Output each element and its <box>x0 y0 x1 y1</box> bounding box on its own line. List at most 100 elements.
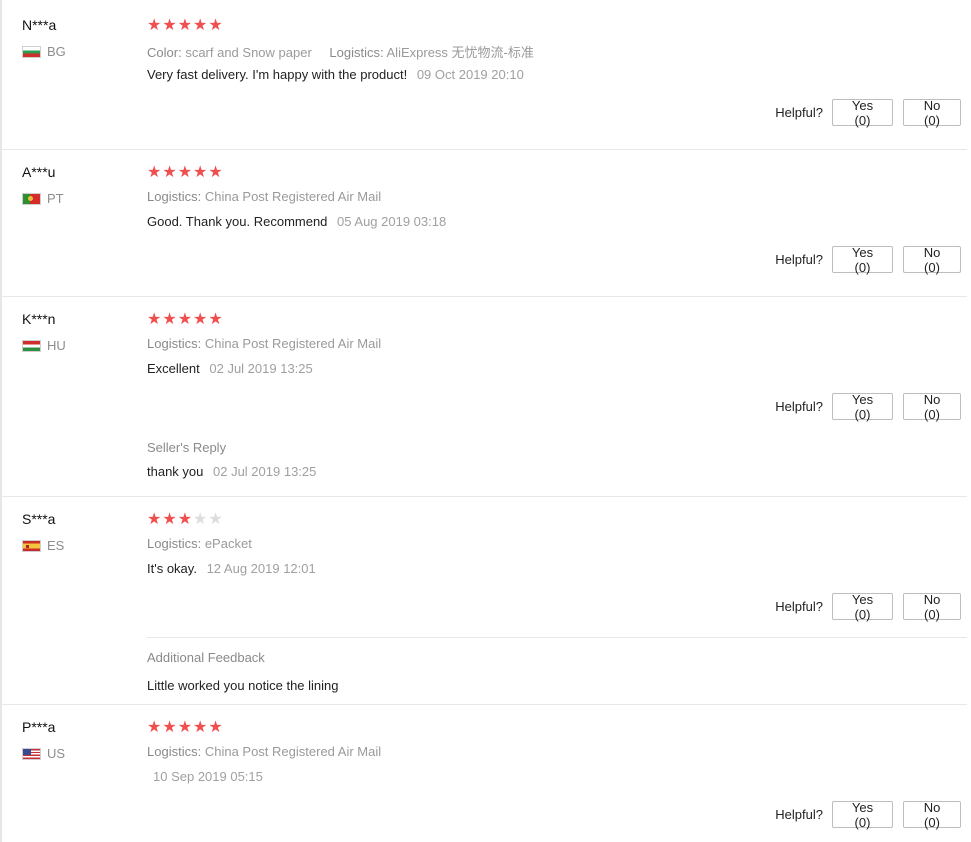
star-filled-icon: ★ <box>162 719 178 736</box>
logistics-value: China Post Registered Air Mail <box>204 744 382 759</box>
star-filled-icon: ★ <box>162 511 178 528</box>
helpful-no-button[interactable]: No (0) <box>903 592 961 622</box>
star-filled-icon: ★ <box>162 311 178 328</box>
review-text: Very fast delivery. I'm happy with the p… <box>147 67 408 82</box>
logistics-value: China Post Registered Air Mail <box>204 336 382 351</box>
review-text: It's okay. <box>147 561 197 576</box>
star-filled-icon: ★ <box>193 164 209 181</box>
star-rating: ★★★★★ <box>147 720 224 736</box>
review-text-line: It's okay. 12 Aug 2019 12:01 <box>147 561 316 576</box>
star-filled-icon: ★ <box>147 311 163 328</box>
helpful-no-button[interactable]: No (0) <box>903 800 961 830</box>
helpful-row: Helpful? Yes (0) No (0) <box>775 800 961 830</box>
logistics-key: Logistics: <box>147 744 202 759</box>
star-filled-icon: ★ <box>208 17 224 34</box>
review-text: Good. Thank you. Recommend <box>147 214 328 229</box>
review-date: 10 Sep 2019 05:15 <box>153 769 263 784</box>
helpful-no-button[interactable]: No (0) <box>903 245 961 275</box>
star-filled-icon: ★ <box>147 719 163 736</box>
left-border <box>0 0 2 842</box>
helpful-label: Helpful? <box>775 807 823 822</box>
helpful-yes-button[interactable]: Yes (0) <box>832 592 893 622</box>
helpful-yes-button[interactable]: Yes (0) <box>832 245 893 275</box>
order-info: Logistics: China Post Registered Air Mai… <box>147 744 381 759</box>
star-filled-icon: ★ <box>177 311 194 328</box>
helpful-row: Helpful? Yes (0) No (0) <box>775 245 961 275</box>
flag-us-icon <box>22 747 41 760</box>
review-divider <box>0 296 967 297</box>
country-code: HU <box>47 338 66 353</box>
seller-reply-text: thank you <box>147 464 204 479</box>
star-filled-icon: ★ <box>147 17 163 34</box>
review-text-line: 10 Sep 2019 05:15 <box>147 769 263 784</box>
logistics-key: Logistics: <box>329 45 384 60</box>
star-filled-icon: ★ <box>193 17 209 34</box>
star-filled-icon: ★ <box>177 17 194 34</box>
star-filled-icon: ★ <box>208 719 224 736</box>
additional-feedback-text: Little worked you notice the lining <box>147 678 339 693</box>
logistics-value: AliExpress 无忧物流-标准 <box>386 45 534 60</box>
star-filled-icon: ★ <box>208 311 224 328</box>
logistics-key: Logistics: <box>147 189 202 204</box>
logistics-key: Logistics: <box>147 536 202 551</box>
country-code: US <box>47 746 66 761</box>
flag-hu-icon <box>22 339 41 352</box>
helpful-label: Helpful? <box>775 399 823 414</box>
order-info: Logistics: China Post Registered Air Mai… <box>147 189 381 204</box>
review-text-line: Excellent 02 Jul 2019 13:25 <box>147 361 313 376</box>
star-filled-icon: ★ <box>177 719 194 736</box>
flag-es-icon <box>22 539 41 552</box>
helpful-yes-button[interactable]: Yes (0) <box>832 98 893 128</box>
star-rating: ★★★★★ <box>147 18 224 34</box>
star-rating: ★★★★★ <box>147 165 224 181</box>
country-code: ES <box>47 538 65 553</box>
order-info: Logistics: ePacket <box>147 536 252 551</box>
star-rating: ★★★★★ <box>147 512 224 528</box>
reviewer-name: K***n <box>22 311 56 327</box>
flag-bg-icon <box>22 45 41 58</box>
review-divider <box>0 704 967 705</box>
helpful-row: Helpful? Yes (0) No (0) <box>775 592 961 622</box>
reviewer-country: BG <box>22 44 66 59</box>
seller-reply-date: 02 Jul 2019 13:25 <box>213 464 317 479</box>
helpful-yes-button[interactable]: Yes (0) <box>832 392 893 422</box>
color-value: scarf and Snow paper <box>185 45 312 60</box>
reviewer-name: A***u <box>22 164 56 180</box>
logistics-key: Logistics: <box>147 336 202 351</box>
reviewer-country: HU <box>22 338 66 353</box>
review-divider <box>0 496 967 497</box>
flag-pt-icon <box>22 192 41 205</box>
star-empty-icon: ★ <box>193 511 209 528</box>
logistics-value: China Post Registered Air Mail <box>204 189 382 204</box>
color-key: Color: <box>147 45 182 60</box>
country-code: PT <box>47 191 64 206</box>
reviewer-country: US <box>22 746 65 761</box>
order-info: Logistics: China Post Registered Air Mai… <box>147 336 381 351</box>
star-filled-icon: ★ <box>193 719 209 736</box>
reviewer-name: P***a <box>22 719 56 735</box>
star-filled-icon: ★ <box>177 511 194 528</box>
star-filled-icon: ★ <box>147 511 163 528</box>
star-empty-icon: ★ <box>208 511 224 528</box>
helpful-no-button[interactable]: No (0) <box>903 98 961 128</box>
reviewer-name: N***a <box>22 17 57 33</box>
star-filled-icon: ★ <box>208 164 224 181</box>
country-code: BG <box>47 44 66 59</box>
reviewer-country: PT <box>22 191 64 206</box>
review-text-line: Very fast delivery. I'm happy with the p… <box>147 67 524 82</box>
seller-reply-title: Seller's Reply <box>147 440 227 455</box>
additional-feedback-title: Additional Feedback <box>147 650 265 665</box>
helpful-label: Helpful? <box>775 599 823 614</box>
helpful-no-button[interactable]: No (0) <box>903 392 961 422</box>
star-filled-icon: ★ <box>147 164 163 181</box>
star-rating: ★★★★★ <box>147 312 224 328</box>
review-date: 02 Jul 2019 13:25 <box>209 361 313 376</box>
star-filled-icon: ★ <box>177 164 194 181</box>
star-filled-icon: ★ <box>193 311 209 328</box>
helpful-row: Helpful? Yes (0) No (0) <box>775 392 961 422</box>
reviewer-country: ES <box>22 538 64 553</box>
review-divider <box>0 149 967 150</box>
review-text-line: Good. Thank you. Recommend 05 Aug 2019 0… <box>147 214 446 229</box>
review-date: 12 Aug 2019 12:01 <box>206 561 316 576</box>
helpful-yes-button[interactable]: Yes (0) <box>832 800 893 830</box>
